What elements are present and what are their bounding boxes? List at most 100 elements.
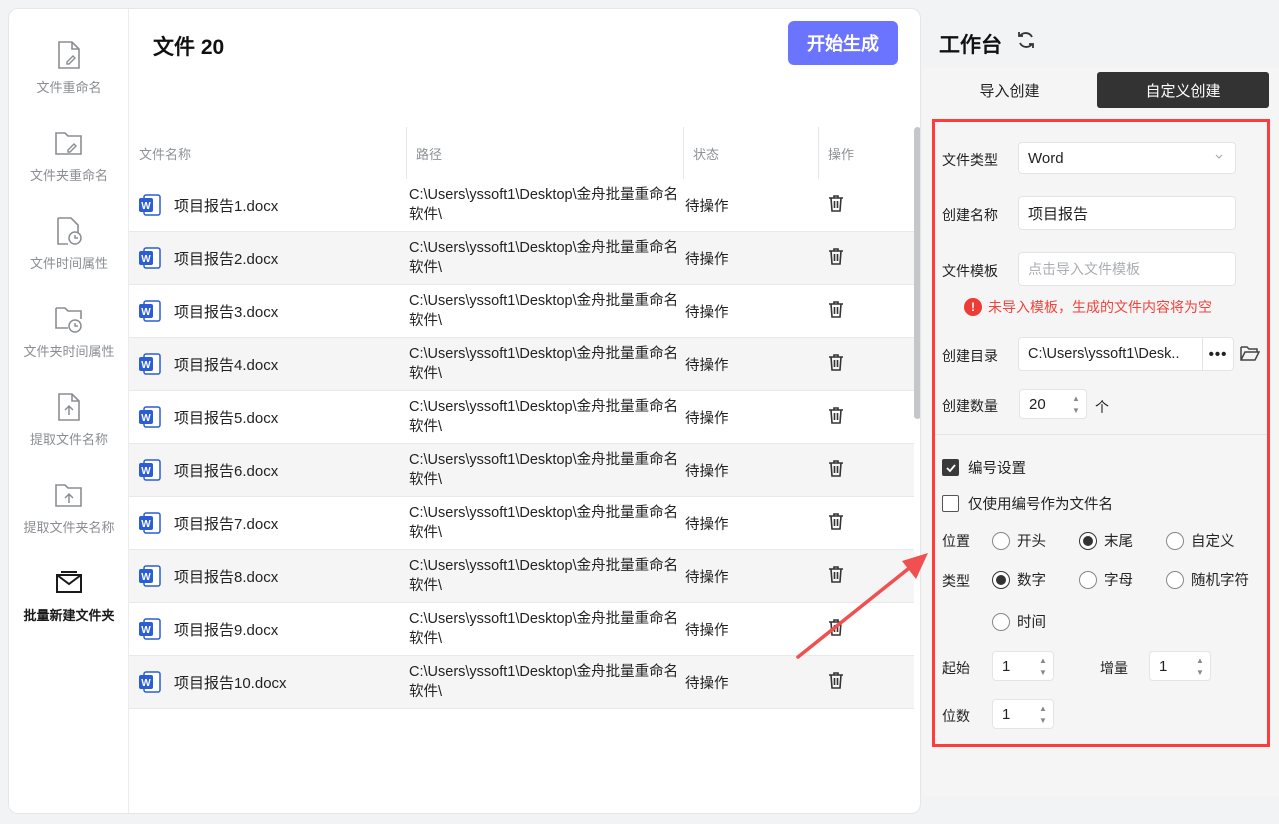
svg-text:W: W	[141, 625, 151, 636]
status-badge: 待操作	[685, 410, 729, 427]
sidebar-item-file-rename[interactable]: 文件重命名	[9, 39, 129, 119]
file-name: 项目报告4.docx	[174, 356, 279, 374]
file-path: C:\Users\yssoft1\Desktop\金舟批量重命名软件\	[409, 505, 679, 541]
action-cell	[818, 352, 914, 376]
file-name: 项目报告7.docx	[174, 515, 279, 533]
workbench-title: 工作台	[939, 34, 1002, 57]
svg-text:W: W	[141, 254, 151, 265]
column-header-status: 状态	[683, 127, 818, 179]
svg-text:W: W	[141, 519, 151, 530]
trash-icon[interactable]	[826, 458, 846, 478]
file-name: 项目报告9.docx	[174, 621, 279, 639]
file-name-cell: W 项目报告1.docx	[129, 193, 406, 217]
file-path: C:\Users\yssoft1\Desktop\金舟批量重命名软件\	[409, 452, 679, 488]
file-path: C:\Users\yssoft1\Desktop\金舟批量重命名软件\	[409, 187, 679, 223]
table-row: W 项目报告6.docx C:\Users\yssoft1\Desktop\金舟…	[129, 444, 914, 497]
file-path: C:\Users\yssoft1\Desktop\金舟批量重命名软件\	[409, 611, 679, 647]
file-name: 项目报告6.docx	[174, 462, 279, 480]
sidebar-item-label: 文件夹重命名	[29, 168, 108, 183]
sidebar-item-label: 批量新建文件夹	[23, 608, 115, 623]
word-file-icon: W	[139, 406, 161, 428]
folder-edit-icon	[54, 127, 84, 159]
file-name-cell: W 项目报告7.docx	[129, 511, 406, 535]
table-row: W 项目报告5.docx C:\Users\yssoft1\Desktop\金舟…	[129, 391, 914, 444]
status-badge: 待操作	[685, 304, 729, 321]
mail-folder-icon	[54, 567, 84, 599]
table-header: 文件名称 路径 状态 操作	[129, 127, 914, 179]
file-name: 项目报告8.docx	[174, 568, 279, 586]
svg-text:W: W	[141, 678, 151, 689]
sidebar-item-folder-rename[interactable]: 文件夹重命名	[9, 127, 129, 207]
table-scrollbar[interactable]	[914, 127, 920, 419]
tab-import-create[interactable]: 导入创建	[928, 72, 1091, 108]
file-path: C:\Users\yssoft1\Desktop\金舟批量重命名软件\	[409, 346, 679, 382]
sidebar-item-folder-time[interactable]: 文件夹时间属性	[9, 303, 129, 383]
word-file-icon: W	[139, 300, 161, 322]
tab-custom-create[interactable]: 自定义创建	[1097, 72, 1269, 108]
column-header-path: 路径	[406, 127, 683, 179]
refresh-icon[interactable]	[1016, 30, 1036, 50]
status-badge: 待操作	[685, 198, 729, 215]
action-cell	[818, 511, 914, 535]
trash-icon[interactable]	[826, 670, 846, 690]
file-path: C:\Users\yssoft1\Desktop\金舟批量重命名软件\	[409, 240, 679, 276]
file-name: 项目报告1.docx	[174, 197, 279, 215]
action-cell	[818, 246, 914, 270]
file-name: 项目报告3.docx	[174, 303, 279, 321]
file-name-cell: W 项目报告4.docx	[129, 352, 406, 376]
main-card: 文件重命名 文件夹重命名 文件时间属性 文件夹时间属性 提取文件名称 提取文件夹…	[8, 8, 921, 814]
sidebar-item-file-time[interactable]: 文件时间属性	[9, 215, 129, 295]
file-edit-icon	[54, 39, 84, 71]
annotation-arrow-icon	[796, 553, 928, 659]
svg-text:W: W	[141, 413, 151, 424]
svg-text:W: W	[141, 360, 151, 371]
word-file-icon: W	[139, 353, 161, 375]
trash-icon[interactable]	[826, 193, 846, 213]
sidebar-item-batch-new-folder[interactable]: 批量新建文件夹	[9, 567, 129, 647]
file-clock-icon	[54, 215, 84, 247]
file-name: 项目报告10.docx	[174, 674, 287, 692]
sidebar-item-label: 文件时间属性	[29, 256, 108, 271]
trash-icon[interactable]	[826, 246, 846, 266]
table-row: W 项目报告7.docx C:\Users\yssoft1\Desktop\金舟…	[129, 497, 914, 550]
action-cell	[818, 670, 914, 694]
trash-icon[interactable]	[826, 511, 846, 531]
sidebar-item-extract-file-name[interactable]: 提取文件名称	[9, 391, 129, 471]
start-generate-button[interactable]: 开始生成	[788, 21, 898, 65]
file-name-cell: W 项目报告9.docx	[129, 617, 406, 641]
sidebar-item-label: 提取文件名称	[29, 432, 108, 447]
file-path: C:\Users\yssoft1\Desktop\金舟批量重命名软件\	[409, 399, 679, 435]
file-list-area: 文件 20 开始生成 文件名称 路径 状态 操作 W 项目报告1.docx C:…	[129, 9, 920, 813]
sidebar-item-label: 文件重命名	[36, 80, 102, 95]
word-file-icon: W	[139, 565, 161, 587]
file-name-cell: W 项目报告2.docx	[129, 246, 406, 270]
table-row: W 项目报告3.docx C:\Users\yssoft1\Desktop\金舟…	[129, 285, 914, 338]
trash-icon[interactable]	[826, 405, 846, 425]
table-row: W 项目报告2.docx C:\Users\yssoft1\Desktop\金舟…	[129, 232, 914, 285]
file-name-cell: W 项目报告8.docx	[129, 564, 406, 588]
sidebar-item-extract-folder-name[interactable]: 提取文件夹名称	[9, 479, 129, 559]
sidebar-item-label: 文件夹时间属性	[23, 344, 115, 359]
svg-text:W: W	[141, 466, 151, 477]
word-file-icon: W	[139, 512, 161, 534]
status-badge: 待操作	[685, 675, 729, 692]
file-name-cell: W 项目报告10.docx	[129, 670, 406, 694]
file-name: 项目报告2.docx	[174, 250, 279, 268]
file-upload-icon	[54, 391, 84, 423]
trash-icon[interactable]	[826, 352, 846, 372]
sidebar: 文件重命名 文件夹重命名 文件时间属性 文件夹时间属性 提取文件名称 提取文件夹…	[9, 9, 129, 813]
column-header-name: 文件名称	[139, 146, 192, 162]
action-cell	[818, 193, 914, 217]
word-file-icon: W	[139, 194, 161, 216]
action-cell	[818, 405, 914, 429]
trash-icon[interactable]	[826, 299, 846, 319]
column-header-action: 操作	[818, 127, 914, 179]
page-title: 文件 20	[153, 36, 225, 59]
status-badge: 待操作	[685, 251, 729, 268]
folder-clock-icon	[54, 303, 84, 335]
sidebar-item-label: 提取文件夹名称	[23, 520, 115, 535]
file-name-cell: W 项目报告5.docx	[129, 405, 406, 429]
highlight-box	[932, 119, 1270, 747]
table-row: W 项目报告1.docx C:\Users\yssoft1\Desktop\金舟…	[129, 179, 914, 232]
file-path: C:\Users\yssoft1\Desktop\金舟批量重命名软件\	[409, 293, 679, 329]
